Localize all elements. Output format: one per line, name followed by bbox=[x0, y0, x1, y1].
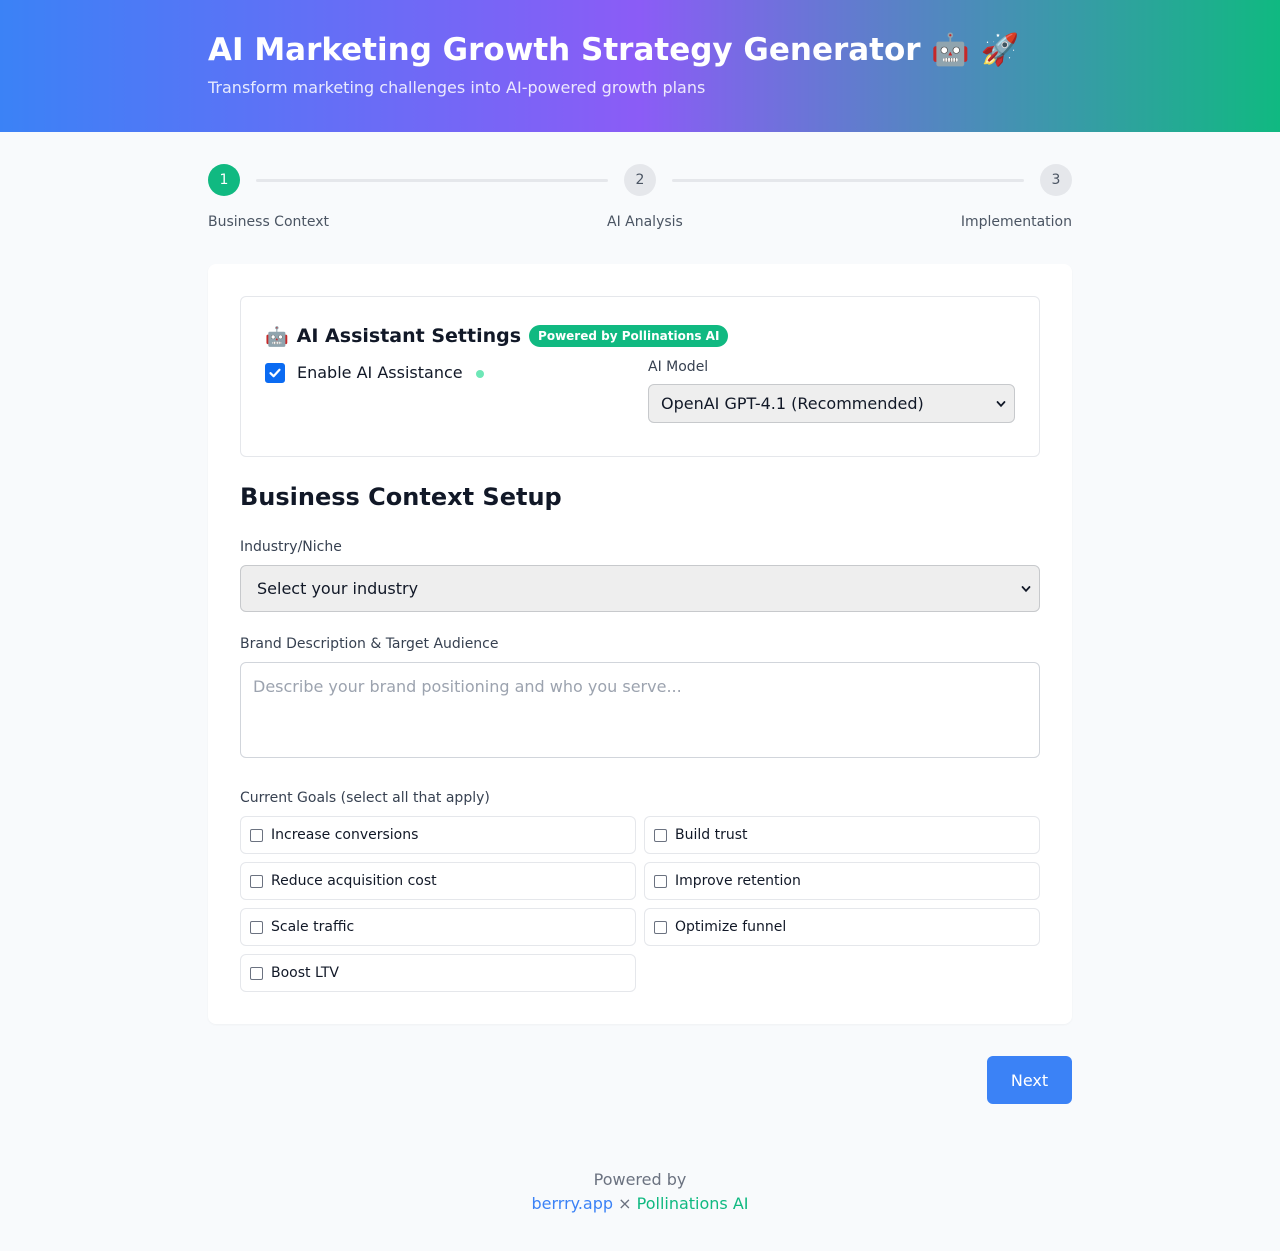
chevron-down-icon bbox=[1021, 585, 1031, 592]
goal-label: Improve retention bbox=[675, 873, 801, 889]
ai-model-select[interactable]: OpenAI GPT-4.1 (Recommended) bbox=[648, 384, 1015, 423]
ai-settings-title: AI Assistant Settings bbox=[296, 325, 522, 347]
goal-label: Boost LTV bbox=[271, 965, 339, 981]
step-3-label: Implementation bbox=[960, 214, 1072, 230]
goal-reduce-acquisition-cost[interactable]: Reduce acquisition cost bbox=[240, 862, 636, 900]
goal-checkbox[interactable] bbox=[250, 828, 263, 842]
goal-increase-conversions[interactable]: Increase conversions bbox=[240, 816, 636, 854]
step-1-indicator[interactable]: 1 bbox=[208, 164, 240, 196]
section-title: Business Context Setup bbox=[240, 483, 562, 511]
main-content: 1 2 3 Business Context AI Analysis Imple… bbox=[208, 164, 1072, 1216]
ai-status-dot bbox=[475, 370, 484, 378]
enable-ai-label[interactable]: Enable AI Assistance bbox=[297, 363, 463, 383]
goal-checkbox[interactable] bbox=[654, 828, 667, 842]
goal-label: Scale traffic bbox=[271, 919, 355, 935]
step-2-label: AI Analysis bbox=[607, 214, 683, 230]
footer-powered-by: Powered by bbox=[593, 1170, 687, 1189]
step-3-indicator[interactable]: 3 bbox=[1040, 164, 1072, 196]
enable-ai-checkbox[interactable] bbox=[265, 363, 285, 383]
goal-scale-traffic[interactable]: Scale traffic bbox=[240, 908, 636, 946]
goal-optimize-funnel[interactable]: Optimize funnel bbox=[644, 908, 1040, 946]
pollinations-link[interactable]: Pollinations AI bbox=[637, 1194, 749, 1213]
page-header: AI Marketing Growth Strategy Generator 🤖… bbox=[0, 0, 1280, 132]
berrry-link[interactable]: berrry.app bbox=[531, 1194, 613, 1213]
chevron-down-icon bbox=[996, 400, 1006, 407]
goal-boost-ltv[interactable]: Boost LTV bbox=[240, 954, 636, 992]
goal-checkbox[interactable] bbox=[654, 920, 667, 934]
industry-value: Select your industry bbox=[257, 579, 419, 598]
brand-description-textarea[interactable] bbox=[240, 662, 1040, 758]
goal-label: Reduce acquisition cost bbox=[271, 873, 437, 889]
goal-label: Optimize funnel bbox=[675, 919, 787, 935]
stepper: 1 2 3 Business Context AI Analysis Imple… bbox=[208, 164, 1072, 264]
ai-model-label: AI Model bbox=[648, 359, 709, 375]
brand-label: Brand Description & Target Audience bbox=[240, 636, 499, 652]
ai-settings-panel: 🤖 AI Assistant Settings Powered by Polli… bbox=[240, 296, 1040, 457]
robot-icon: 🤖 bbox=[265, 325, 289, 348]
goals-label: Current Goals (select all that apply) bbox=[240, 790, 490, 806]
goal-checkbox[interactable] bbox=[654, 874, 667, 888]
page-title: AI Marketing Growth Strategy Generator 🤖… bbox=[208, 32, 1020, 68]
ai-model-value: OpenAI GPT-4.1 (Recommended) bbox=[661, 394, 924, 413]
goal-label: Increase conversions bbox=[271, 827, 419, 843]
step-2-indicator[interactable]: 2 bbox=[624, 164, 656, 196]
pollinations-badge: Powered by Pollinations AI bbox=[529, 325, 729, 347]
goal-label: Build trust bbox=[675, 827, 748, 843]
goal-checkbox[interactable] bbox=[250, 874, 263, 888]
step-1-label: Business Context bbox=[208, 214, 330, 230]
goal-improve-retention[interactable]: Improve retention bbox=[644, 862, 1040, 900]
page-subtitle: Transform marketing challenges into AI-p… bbox=[208, 78, 706, 97]
goal-checkbox[interactable] bbox=[250, 966, 263, 980]
goals-grid: Increase conversions Build trust Reduce … bbox=[240, 816, 1040, 992]
industry-label: Industry/Niche bbox=[240, 539, 342, 555]
step-connector-2 bbox=[672, 179, 1024, 182]
next-button[interactable]: Next bbox=[987, 1056, 1072, 1104]
goal-build-trust[interactable]: Build trust bbox=[644, 816, 1040, 854]
form-card: 🤖 AI Assistant Settings Powered by Polli… bbox=[208, 264, 1072, 1024]
goal-checkbox[interactable] bbox=[250, 920, 263, 934]
footer-separator: × bbox=[618, 1194, 632, 1213]
step-connector-1 bbox=[256, 179, 608, 182]
checkmark-icon bbox=[269, 368, 281, 378]
industry-select[interactable]: Select your industry bbox=[240, 565, 1040, 612]
page-footer: Powered by berrry.app × Pollinations AI bbox=[208, 1168, 1072, 1216]
